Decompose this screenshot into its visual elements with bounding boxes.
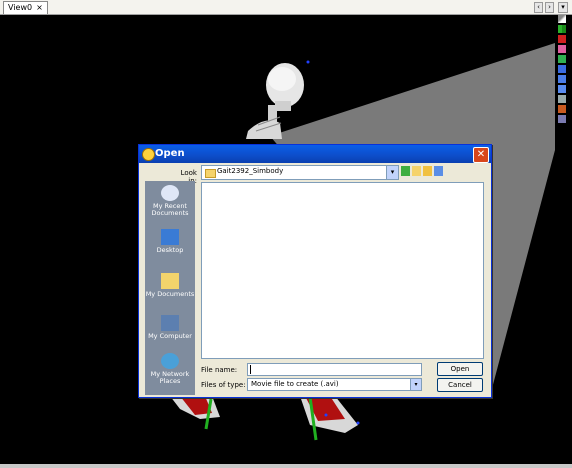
dialog-title-bar[interactable]: Open ✕: [139, 145, 491, 163]
view-tab-bar: View0 × ‹ › ▾: [0, 0, 572, 15]
tab-view0[interactable]: View0 ×: [3, 1, 48, 14]
status-strip: [0, 464, 572, 468]
red-cube-icon[interactable]: [558, 35, 566, 43]
place-desktop[interactable]: Desktop: [145, 229, 195, 254]
file-list[interactable]: [201, 182, 484, 359]
dialog-title: Open: [155, 148, 185, 159]
tab-close-icon[interactable]: ×: [36, 3, 43, 12]
skeleton-skull: [266, 63, 304, 111]
place-label: My Recent Documents: [151, 202, 189, 217]
place-my-computer[interactable]: My Computer: [145, 315, 195, 340]
skeleton-spine: [246, 105, 282, 139]
up-folder-icon[interactable]: [412, 166, 421, 176]
open-button[interactable]: Open: [437, 362, 483, 376]
tab-view0-label: View0: [8, 3, 33, 12]
green-cube-icon[interactable]: [558, 55, 566, 63]
record-movie-icon[interactable]: [558, 115, 566, 123]
place-my-recent-documents[interactable]: My Recent Documents: [145, 185, 195, 217]
tab-menu-button[interactable]: ▾: [558, 2, 568, 13]
view-menu-icon[interactable]: [434, 166, 443, 176]
new-folder-icon[interactable]: [423, 166, 432, 176]
axis-toggle-icon[interactable]: [558, 25, 566, 33]
left-foot: [170, 396, 220, 430]
file-name-label: File name:: [201, 366, 238, 374]
place-label: My Network Places: [150, 370, 190, 385]
look-in-value: Gait2392_Simbody: [217, 167, 284, 175]
pink-cube-icon[interactable]: [558, 45, 566, 53]
dialog-close-button[interactable]: ✕: [473, 147, 489, 163]
view-toolbar: [558, 15, 566, 123]
look-in-dropdown[interactable]: Gait2392_Simbody ▾: [201, 165, 399, 180]
view-front-icon[interactable]: [558, 65, 566, 73]
place-label: My Computer: [148, 332, 192, 340]
place-label: My Documents: [145, 290, 195, 298]
network-places-icon: [161, 353, 179, 369]
files-of-type-select[interactable]: Movie file to create (.avi) ▾: [247, 378, 422, 391]
view-side-icon[interactable]: [558, 75, 566, 83]
back-icon[interactable]: [401, 166, 410, 176]
tab-prev-button[interactable]: ‹: [534, 2, 543, 13]
dialog-toolbar: [401, 166, 443, 176]
dialog-app-icon: [142, 148, 155, 161]
chevron-down-icon[interactable]: ▾: [386, 166, 398, 179]
marker-dot: [306, 60, 310, 64]
place-my-documents[interactable]: My Documents: [145, 273, 195, 298]
tab-navigation: ‹ › ▾: [534, 2, 568, 13]
files-of-type-label: Files of type:: [201, 381, 246, 389]
place-my-network-places[interactable]: My Network Places: [145, 353, 195, 385]
my-computer-icon: [161, 315, 179, 331]
desktop-icon: [161, 229, 179, 245]
places-bar: My Recent Documents Desktop My Documents…: [145, 181, 195, 395]
recent-documents-icon: [161, 185, 179, 201]
axes-tool-icon[interactable]: [558, 15, 566, 23]
cancel-button[interactable]: Cancel: [437, 378, 483, 392]
file-name-input[interactable]: [247, 363, 422, 376]
tab-next-button[interactable]: ›: [545, 2, 554, 13]
place-label: Desktop: [156, 246, 184, 254]
folder-icon: [205, 169, 216, 178]
text-caret: [250, 365, 251, 374]
my-documents-icon: [161, 273, 179, 289]
files-of-type-value: Movie file to create (.avi): [251, 380, 339, 388]
snapshot-icon[interactable]: [558, 95, 566, 103]
right-foot: [300, 396, 360, 441]
view-top-icon[interactable]: [558, 85, 566, 93]
open-dialog: Open ✕ Look in: Gait2392_Simbody ▾ My Re…: [138, 144, 492, 398]
camera-icon[interactable]: [558, 105, 566, 113]
chevron-down-icon[interactable]: ▾: [410, 379, 421, 390]
